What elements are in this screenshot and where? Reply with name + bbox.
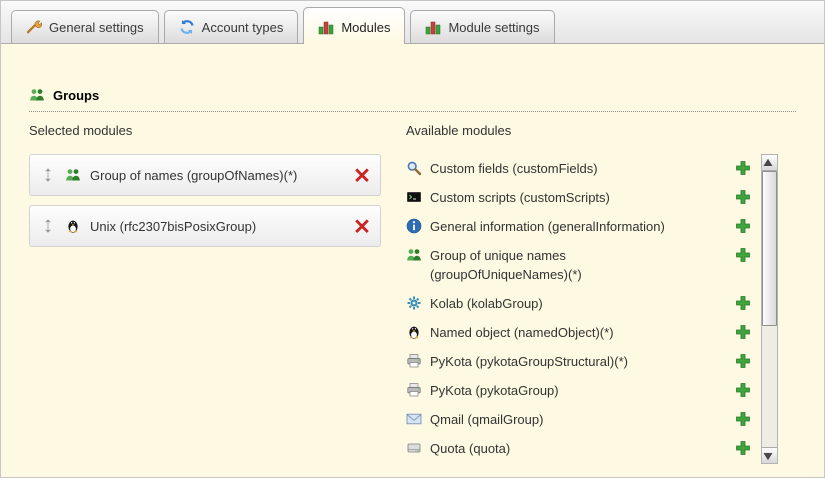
- group-icon: [29, 87, 45, 103]
- tab-label: General settings: [49, 20, 144, 35]
- available-modules-list: Custom fields (customFields) Custom scrip…: [406, 154, 761, 463]
- add-module-button[interactable]: [735, 353, 751, 369]
- tab-account-types[interactable]: Account types: [164, 10, 299, 43]
- available-module-row: Quota (quota): [406, 434, 751, 463]
- available-module-label: Qmail (qmailGroup): [430, 410, 543, 429]
- selected-modules-list: Group of names (groupOfNames)(*) Unix (rf…: [29, 154, 381, 247]
- tux-icon: [65, 218, 81, 234]
- add-module-button[interactable]: [735, 189, 751, 205]
- tab-general-settings[interactable]: General settings: [11, 10, 159, 43]
- available-module-label: Custom scripts (customScripts): [430, 188, 610, 207]
- printer-icon: [406, 382, 422, 398]
- available-module-row: General information (generalInformation): [406, 212, 751, 241]
- selected-module-label: Group of names (groupOfNames)(*): [90, 168, 297, 183]
- scrollbar[interactable]: [761, 154, 778, 464]
- tab-module-settings[interactable]: Module settings: [410, 10, 554, 43]
- selected-modules-heading: Selected modules: [29, 123, 381, 138]
- remove-module-button[interactable]: [354, 218, 370, 234]
- group-icon: [406, 247, 422, 263]
- sync-icon: [179, 19, 195, 35]
- scrollbar-thumb[interactable]: [762, 171, 777, 326]
- script-icon: [406, 189, 422, 205]
- page-title: Groups: [53, 88, 99, 103]
- group-icon: [65, 167, 81, 183]
- available-module-row: Group of unique names (groupOfUniqueName…: [406, 241, 751, 289]
- available-module-row: Named object (namedObject)(*): [406, 318, 751, 347]
- disk-icon: [406, 440, 422, 456]
- drag-handle-icon[interactable]: [40, 218, 56, 234]
- available-modules-heading: Available modules: [406, 123, 778, 138]
- scrollbar-track[interactable]: [762, 171, 777, 447]
- available-module-label: Kolab (kolabGroup): [430, 294, 543, 313]
- available-module-row: Kolab (kolabGroup): [406, 289, 751, 318]
- tab-modules[interactable]: Modules: [303, 7, 405, 44]
- wrench-icon: [26, 19, 42, 35]
- scrollbar-up-button[interactable]: [762, 155, 777, 171]
- kolab-icon: [406, 295, 422, 311]
- add-module-button[interactable]: [735, 324, 751, 340]
- mail-icon: [406, 411, 422, 427]
- add-module-button[interactable]: [735, 247, 751, 263]
- available-module-row: Custom scripts (customScripts): [406, 183, 751, 212]
- add-module-button[interactable]: [735, 411, 751, 427]
- tab-label: Modules: [341, 20, 390, 35]
- magnifier-icon: [406, 160, 422, 176]
- add-module-button[interactable]: [735, 295, 751, 311]
- tab-label: Module settings: [448, 20, 539, 35]
- available-modules-column: Available modules Custom fields (customF…: [406, 123, 778, 464]
- selected-module-row: Group of names (groupOfNames)(*): [29, 154, 381, 196]
- info-icon: [406, 218, 422, 234]
- add-module-button[interactable]: [735, 440, 751, 456]
- add-module-button[interactable]: [735, 160, 751, 176]
- tux-icon: [406, 324, 422, 340]
- lam-configuration-page: General settings Account types Modules Modu…: [0, 0, 825, 478]
- available-module-row: Qmail (qmailGroup): [406, 405, 751, 434]
- selected-modules-column: Selected modules Group of names (groupOf…: [29, 123, 381, 256]
- available-modules-wrap: Custom fields (customFields) Custom scrip…: [406, 154, 778, 464]
- available-module-row: Custom fields (customFields): [406, 154, 751, 183]
- available-module-label: Named object (namedObject)(*): [430, 323, 614, 342]
- up-triangle-icon: [762, 155, 778, 171]
- available-module-label: Custom fields (customFields): [430, 159, 598, 178]
- scrollbar-down-button[interactable]: [762, 447, 777, 463]
- add-module-button[interactable]: [735, 382, 751, 398]
- drag-handle-icon[interactable]: [40, 167, 56, 183]
- available-module-label: Quota (quota): [430, 439, 510, 458]
- add-module-button[interactable]: [735, 218, 751, 234]
- tab-bar: General settings Account types Modules Modu…: [1, 1, 824, 44]
- selected-module-row: Unix (rfc2307bisPosixGroup): [29, 205, 381, 247]
- down-triangle-icon: [762, 448, 778, 464]
- available-module-label: PyKota (pykotaGroup): [430, 381, 559, 400]
- section-header: Groups: [29, 87, 796, 112]
- selected-module-label: Unix (rfc2307bisPosixGroup): [90, 219, 256, 234]
- printer-icon: [406, 353, 422, 369]
- modules-icon: [425, 19, 441, 35]
- modules-icon: [318, 19, 334, 35]
- available-module-label: PyKota (pykotaGroupStructural)(*): [430, 352, 628, 371]
- tab-label: Account types: [202, 20, 284, 35]
- available-module-row: PyKota (pykotaGroup): [406, 376, 751, 405]
- remove-module-button[interactable]: [354, 167, 370, 183]
- available-module-label: Group of unique names (groupOfUniqueName…: [430, 246, 702, 284]
- available-module-row: PyKota (pykotaGroupStructural)(*): [406, 347, 751, 376]
- available-module-label: General information (generalInformation): [430, 217, 665, 236]
